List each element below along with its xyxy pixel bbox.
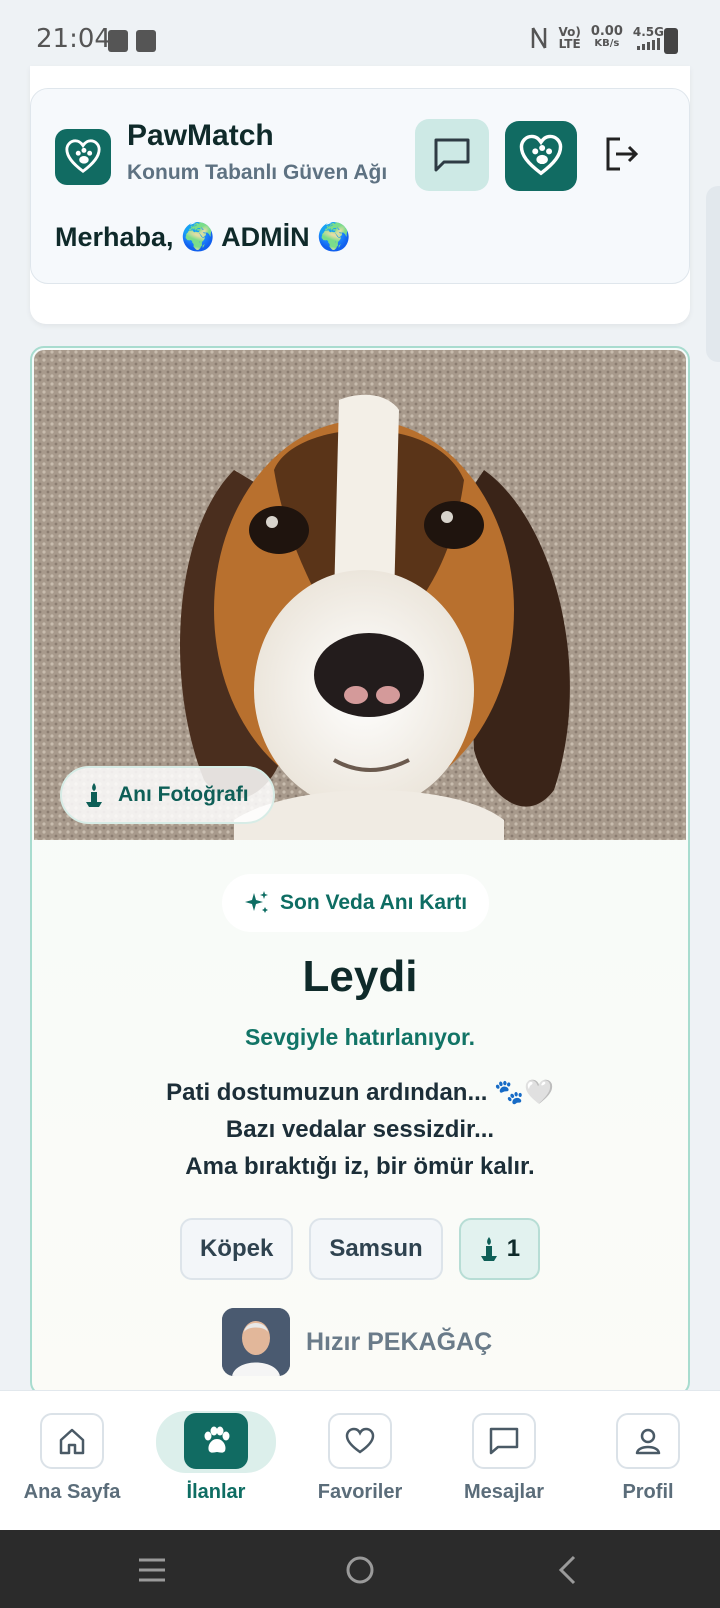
memorial-tagline: Sevgiyle hatırlanıyor. (244, 1024, 476, 1050)
system-navigation-bar (0, 1530, 720, 1608)
usb-icon (136, 30, 156, 52)
network-type: 4.5G (632, 25, 664, 39)
city-chip: Samsun (309, 1218, 443, 1280)
memory-photo-label: Anı Fotoğrafı (118, 783, 249, 806)
header-card: PawMatch Konum Tabanlı Güven Ağı Merhaba… (30, 88, 690, 284)
side-panel-handle[interactable] (706, 186, 720, 362)
nav-listings-button[interactable] (184, 1413, 248, 1469)
candle-icon (480, 1237, 497, 1261)
nav-home-label: Ana Sayfa (23, 1481, 121, 1503)
logout-button[interactable] (597, 129, 647, 179)
greeting-text: Merhaba, 🌍 ADMİN 🌍 (55, 222, 351, 252)
chat-icon (434, 138, 470, 172)
home-system-button[interactable] (340, 1550, 380, 1590)
species-chip: Köpek (179, 1218, 294, 1280)
bottom-navigation: Ana Sayfa İlanlar Favoriler Mesajlar Pro… (0, 1390, 720, 1530)
memorial-message: Pati dostumuzun ardından... 🐾🤍 Bazı veda… (32, 1074, 688, 1185)
pet-name: Leydi (302, 952, 418, 1001)
status-indicators: Vo) LTE 0.00 KB/s 4.5G (530, 24, 664, 50)
message-line: Pati dostumuzun ardından... 🐾🤍 (166, 1079, 554, 1106)
nav-favorites-label: Favoriler (317, 1481, 403, 1503)
app-subtitle: Konum Tabanlı Güven Ağı (127, 161, 388, 184)
candle-count-chip[interactable]: 1 (458, 1218, 541, 1280)
paw-icon (204, 1426, 230, 1453)
pawmatch-button[interactable] (505, 121, 577, 191)
nav-favorites[interactable]: Favoriler (288, 1413, 432, 1504)
heart-icon (345, 1427, 375, 1454)
signal-indicator: 4.5G (633, 26, 664, 50)
message-line: Ama bıraktığı iz, bir ömür kalır. (185, 1153, 535, 1180)
messages-button[interactable] (415, 119, 489, 191)
logout-icon (606, 137, 639, 171)
speed-unit: KB/s (594, 38, 620, 49)
owner-name: Hızır PEKAĞAÇ (306, 1327, 493, 1356)
chat-icon (489, 1427, 519, 1455)
owner-photo (222, 1308, 290, 1376)
candle-icon (86, 783, 102, 807)
farewell-card-pill: Son Veda Anı Kartı (222, 874, 490, 932)
nav-messages[interactable]: Mesajlar (432, 1413, 576, 1504)
speed-value: 0.00 (590, 24, 623, 39)
speed-indicator: 0.00 KB/s (590, 24, 623, 50)
owner-avatar[interactable] (222, 1308, 290, 1376)
clipboard-check-icon (108, 30, 128, 52)
farewell-card-label: Son Veda Anı Kartı (280, 891, 468, 914)
nav-home[interactable]: Ana Sayfa (0, 1413, 144, 1504)
nav-messages-label: Mesajlar (463, 1481, 545, 1503)
status-time: 21:04 (36, 24, 111, 54)
user-icon (635, 1428, 661, 1455)
nfc-icon (532, 27, 547, 49)
nav-profile-label: Profil (622, 1481, 674, 1503)
pet-info-chips: Köpek Samsun 1 (32, 1218, 688, 1280)
menu-icon (139, 1558, 165, 1582)
recent-apps-button[interactable] (132, 1550, 172, 1590)
volte-bottom: LTE (558, 37, 581, 51)
battery-icon (664, 28, 678, 54)
candle-count: 1 (506, 1235, 521, 1262)
back-system-button[interactable] (548, 1550, 588, 1590)
memory-photo-badge: Anı Fotoğrafı (60, 766, 275, 824)
message-line: Bazı vedalar sessizdir... (225, 1116, 495, 1143)
heart-paw-logo-icon (65, 139, 101, 174)
memorial-card[interactable]: Anı Fotoğrafı Son Veda Anı Kartı Leydi S… (30, 346, 690, 1396)
nav-profile[interactable]: Profil (576, 1413, 720, 1504)
nav-favorites-button[interactable] (328, 1413, 392, 1469)
heart-paw-icon (519, 134, 563, 176)
nav-messages-button[interactable] (472, 1413, 536, 1469)
owner-info[interactable]: Hızır PEKAĞAÇ (222, 1308, 492, 1376)
volte-indicator: Vo) LTE (558, 26, 580, 50)
nav-profile-button[interactable] (616, 1413, 680, 1469)
circle-icon (346, 1556, 374, 1584)
sparkles-icon (245, 891, 268, 913)
home-icon (59, 1428, 85, 1455)
nav-home-button[interactable] (40, 1413, 104, 1469)
app-name: PawMatch (127, 119, 274, 152)
app-logo[interactable] (55, 129, 111, 185)
nav-listings[interactable]: İlanlar (144, 1411, 288, 1504)
back-chevron-icon (558, 1555, 576, 1585)
signal-bars-icon (636, 38, 660, 50)
nav-listings-label: İlanlar (186, 1481, 246, 1503)
